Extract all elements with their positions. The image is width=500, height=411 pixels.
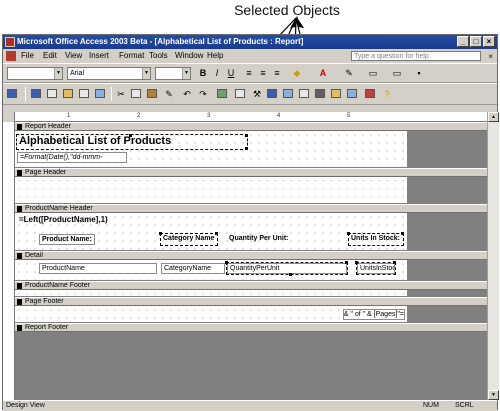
section-productname-header[interactable]: ProductName Header bbox=[15, 204, 487, 213]
database-window-icon[interactable] bbox=[347, 89, 357, 98]
font-size-combo[interactable]: ▼ bbox=[155, 67, 191, 80]
section-page-footer[interactable]: Page Footer bbox=[15, 297, 487, 306]
scroll-down-icon[interactable]: ▼ bbox=[488, 390, 499, 400]
field-list-icon[interactable] bbox=[235, 89, 245, 98]
help-search-input[interactable]: Type a question for help bbox=[351, 51, 481, 61]
scroll-up-icon[interactable]: ▲ bbox=[488, 112, 499, 122]
bold-button[interactable]: B bbox=[197, 67, 209, 79]
chevron-down-icon: ▼ bbox=[182, 68, 190, 79]
section-page-header[interactable]: Page Header bbox=[15, 168, 487, 177]
group-footer-area[interactable] bbox=[15, 290, 407, 296]
redo-icon[interactable]: ↷ bbox=[197, 88, 209, 100]
print-preview-icon[interactable] bbox=[79, 89, 89, 98]
access-app-icon bbox=[5, 37, 15, 47]
select-report-box[interactable] bbox=[3, 112, 15, 122]
chevron-down-icon: ▼ bbox=[54, 68, 62, 79]
spelling-icon[interactable] bbox=[95, 89, 105, 98]
report-design-toolbar: ✂ ✎ ↶ ↷ ⚒ ? bbox=[3, 83, 497, 105]
units-in-stock-label[interactable]: Units In Stock: bbox=[348, 233, 404, 246]
close-doc-icon[interactable]: × bbox=[488, 50, 493, 64]
align-right-icon[interactable]: ≡ bbox=[271, 67, 283, 79]
status-bar: Design View NUM SCRL bbox=[3, 400, 497, 411]
product-name-label[interactable]: Product Name: bbox=[39, 234, 95, 245]
section-report-header[interactable]: Report Header bbox=[15, 122, 487, 131]
title-bar: Microsoft Office Access 2003 Beta - [Alp… bbox=[3, 35, 497, 49]
quantity-per-unit-textbox[interactable]: QuantityPerUnit bbox=[226, 262, 348, 275]
underline-button[interactable]: U bbox=[225, 67, 237, 79]
access-window: Microsoft Office Access 2003 Beta - [Alp… bbox=[2, 34, 499, 411]
chevron-down-icon: ▼ bbox=[142, 68, 150, 79]
save-icon[interactable] bbox=[31, 89, 41, 98]
vertical-ruler bbox=[3, 122, 15, 400]
units-in-stock-textbox[interactable]: UnitsInStock bbox=[356, 262, 396, 275]
font-color-icon[interactable]: A bbox=[317, 67, 329, 79]
print-icon[interactable] bbox=[63, 89, 73, 98]
object-combo[interactable]: ▼ bbox=[7, 67, 63, 80]
minimize-button[interactable]: _ bbox=[457, 36, 469, 47]
align-center-icon[interactable]: ≡ bbox=[257, 67, 269, 79]
format-painter-icon[interactable]: ✎ bbox=[163, 88, 175, 100]
fill-color-icon[interactable]: ◆ bbox=[291, 67, 303, 79]
report-title-label[interactable]: Alphabetical List of Products bbox=[16, 134, 248, 150]
menu-insert[interactable]: Insert bbox=[89, 49, 109, 63]
line-color-icon[interactable]: ✎ bbox=[343, 67, 355, 79]
window-title: Microsoft Office Access 2003 Beta - [Alp… bbox=[17, 37, 304, 46]
font-name-combo[interactable]: Arial ▼ bbox=[67, 67, 151, 80]
autoformat-icon[interactable] bbox=[283, 89, 293, 98]
cut-icon[interactable]: ✂ bbox=[115, 88, 127, 100]
quantity-per-unit-label[interactable]: Quantity Per Unit: bbox=[227, 234, 295, 245]
search-icon[interactable] bbox=[47, 89, 57, 98]
report-doc-icon[interactable] bbox=[6, 51, 16, 61]
product-name-textbox[interactable]: ProductName bbox=[39, 263, 157, 274]
menu-file[interactable]: File bbox=[21, 49, 34, 63]
menu-view[interactable]: View bbox=[65, 49, 82, 63]
date-textbox[interactable]: =Format(Date(),"dd-mmm- bbox=[17, 152, 127, 163]
menu-window[interactable]: Window bbox=[175, 49, 203, 63]
code-icon[interactable] bbox=[299, 89, 309, 98]
undo-icon[interactable]: ↶ bbox=[181, 88, 193, 100]
copy-icon[interactable] bbox=[131, 89, 141, 98]
maximize-button[interactable]: □ bbox=[470, 36, 482, 47]
section-productname-footer[interactable]: ProductName Footer bbox=[15, 281, 487, 290]
new-object-icon[interactable] bbox=[365, 89, 375, 98]
help-icon[interactable]: ? bbox=[381, 88, 393, 100]
section-detail[interactable]: Detail bbox=[15, 251, 487, 260]
sorting-grouping-icon[interactable] bbox=[267, 89, 277, 98]
toolbox-icon[interactable]: ⚒ bbox=[251, 88, 263, 100]
align-left-icon[interactable]: ≡ bbox=[243, 67, 255, 79]
paste-icon[interactable] bbox=[147, 89, 157, 98]
category-name-textbox[interactable]: CategoryName bbox=[161, 263, 225, 274]
section-report-footer[interactable]: Report Footer bbox=[15, 323, 487, 332]
build-icon[interactable] bbox=[331, 89, 341, 98]
vertical-scrollbar[interactable]: ▲ ▼ bbox=[487, 112, 499, 400]
horizontal-ruler: 1 2 3 4 5 bbox=[3, 112, 487, 122]
special-effect-icon[interactable]: ▪ bbox=[413, 67, 425, 79]
insert-hyperlink-icon[interactable] bbox=[217, 89, 227, 98]
italic-button[interactable]: I bbox=[211, 67, 223, 79]
formatting-toolbar: ▼ Arial ▼ ▼ B I U ≡ ≡ ≡ ◆ A ✎ ▭ ▭ ▪ bbox=[3, 63, 497, 83]
report-design-area: 1 2 3 4 5 Report Header Alphabetical Lis… bbox=[3, 112, 487, 400]
line-width-icon[interactable]: ▭ bbox=[367, 67, 379, 79]
close-button[interactable]: × bbox=[483, 36, 495, 47]
group-letter-textbox[interactable]: =Left([ProductName],1) bbox=[17, 215, 137, 226]
page-number-textbox[interactable]: ="Page " & [Page] & " of " & [Pages] bbox=[343, 309, 405, 320]
menu-tools[interactable]: Tools bbox=[149, 49, 168, 63]
menu-format[interactable]: Format bbox=[119, 49, 144, 63]
menu-help[interactable]: Help bbox=[207, 49, 223, 63]
properties-icon[interactable] bbox=[315, 89, 325, 98]
view-icon[interactable] bbox=[7, 89, 17, 98]
category-name-label[interactable]: Category Name bbox=[160, 233, 218, 246]
menu-bar: File Edit View Insert Format Tools Windo… bbox=[3, 49, 497, 63]
callout-label: Selected Objects bbox=[234, 2, 340, 18]
page-header-area[interactable] bbox=[15, 177, 407, 203]
border-style-icon[interactable]: ▭ bbox=[391, 67, 403, 79]
menu-edit[interactable]: Edit bbox=[43, 49, 57, 63]
